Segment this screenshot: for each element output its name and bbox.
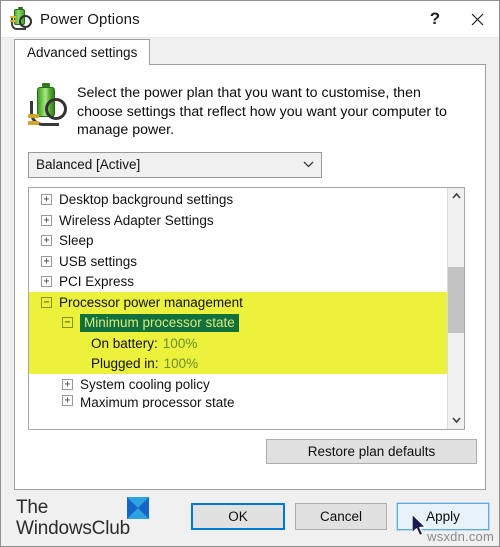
tree-row-label: Plugged in: (91, 356, 159, 372)
header-description: Select the power plan that you want to c… (77, 85, 447, 138)
tree-row-label: USB settings (59, 253, 138, 269)
close-glyph (471, 13, 483, 25)
tree-row-label: Minimum processor state (80, 313, 239, 332)
tree-row-label: Wireless Adapter Settings (59, 212, 214, 228)
tab-advanced-settings[interactable]: Advanced settings (14, 39, 151, 65)
tree-row-label: Maximum processor state (80, 394, 235, 408)
apply-button[interactable]: Apply (396, 502, 490, 531)
restore-row: Restore plan defaults (15, 430, 485, 464)
site-watermark: wsxdn.com (427, 529, 494, 544)
window-title: Power Options (40, 10, 140, 28)
tree-row-label: Desktop background settings (59, 192, 234, 208)
expand-icon[interactable]: + (41, 235, 52, 247)
power-plug-battery-icon (10, 7, 32, 30)
collapse-icon[interactable]: − (41, 296, 52, 308)
tree-row[interactable]: + Sleep (29, 231, 447, 252)
collapse-icon[interactable]: − (62, 317, 73, 329)
tree-scrollbar[interactable] (447, 187, 464, 429)
tree-row-label: Sleep (59, 233, 94, 249)
ok-button[interactable]: OK (191, 503, 285, 530)
help-button[interactable]: ? (415, 1, 455, 38)
expand-icon[interactable]: + (41, 255, 52, 267)
expand-icon[interactable]: + (62, 378, 73, 390)
tree-row[interactable]: − Minimum processor state (29, 312, 447, 333)
tree-row[interactable]: − Processor power management (29, 292, 447, 313)
tab-panel-advanced-settings: Select the power plan that you want to c… (14, 65, 486, 490)
tree-row[interactable]: Plugged in: 100% (29, 353, 447, 374)
plan-select-wrap: Balanced [Active] (15, 140, 485, 178)
settings-tree-rows: + Desktop background settings + Wireless Ad… (29, 188, 447, 429)
settings-tree[interactable]: + Desktop background settings + Wireless Ad… (28, 186, 465, 430)
tree-row-value: 100% (162, 335, 198, 351)
power-options-dialog: Power Options ? Advanced settings Select… (0, 0, 500, 547)
tree-row[interactable]: + USB settings (29, 251, 447, 272)
scroll-up-icon[interactable] (448, 188, 464, 205)
battery-plug-icon (28, 83, 68, 130)
cancel-button[interactable]: Cancel (295, 503, 387, 530)
tree-row[interactable]: + System cooling policy (29, 374, 447, 395)
tree-row-value: 100% (163, 356, 199, 372)
tree-row-label: PCI Express (59, 274, 135, 290)
chevron-down-icon[interactable] (295, 161, 321, 168)
expand-icon[interactable]: + (41, 214, 52, 226)
power-plan-select[interactable]: Balanced [Active] (28, 151, 322, 178)
scrollbar-thumb[interactable] (448, 266, 464, 333)
tree-row-label: System cooling policy (80, 376, 210, 392)
close-icon[interactable] (455, 1, 499, 38)
tree-row-label: Processor power management (59, 294, 243, 310)
tree-row[interactable]: + Desktop background settings (29, 190, 447, 211)
scroll-down-icon[interactable] (448, 412, 464, 429)
tree-row[interactable]: + PCI Express (29, 272, 447, 293)
tab-strip: Advanced settings (1, 38, 499, 65)
expand-icon[interactable]: + (41, 194, 52, 206)
windowsclub-logo: The WindowsClub (14, 497, 149, 539)
tree-row[interactable]: On battery: 100% (29, 333, 447, 354)
logo-line-1: The (16, 497, 49, 518)
header-row: Select the power plan that you want to c… (15, 65, 485, 140)
tree-row[interactable]: + Wireless Adapter Settings (29, 210, 447, 231)
dialog-buttons: OK Cancel Apply (191, 502, 490, 531)
tree-row[interactable]: + Maximum processor state (29, 394, 447, 408)
tree-row-label: On battery: (91, 335, 158, 351)
logo-mark-icon (127, 497, 149, 519)
power-plan-value: Balanced [Active] (36, 157, 141, 172)
expand-icon[interactable]: + (62, 394, 73, 406)
logo-line-2: WindowsClub (16, 518, 130, 539)
scrollbar-track[interactable] (448, 204, 464, 412)
dialog-footer: The WindowsClub OK Cancel Apply (1, 490, 499, 546)
title-bar: Power Options ? (1, 1, 499, 38)
restore-plan-defaults-button[interactable]: Restore plan defaults (266, 438, 477, 464)
expand-icon[interactable]: + (41, 276, 52, 288)
